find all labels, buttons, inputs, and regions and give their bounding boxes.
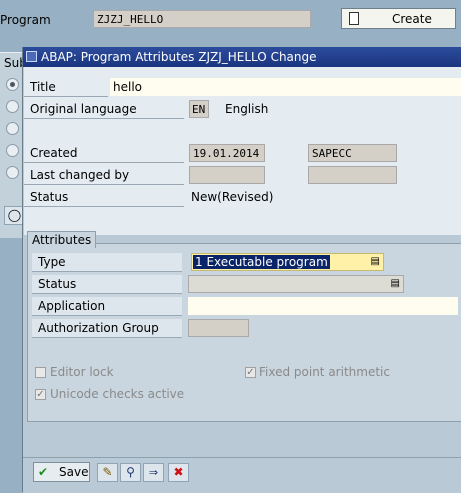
display-object-button[interactable]: ⚲ <box>120 463 141 482</box>
type-dropdown[interactable]: 1 Executable program ▤ <box>191 253 384 271</box>
created-by-field: SAPECC <box>308 144 397 162</box>
subobject-radio-3[interactable] <box>6 122 19 135</box>
program-name-field[interactable]: ZJZJ_HELLO <box>93 10 311 28</box>
created-date-field: 19.01.2014 <box>189 144 265 162</box>
subobject-radio-2[interactable] <box>6 100 19 113</box>
subobject-radio-5[interactable] <box>6 166 19 179</box>
close-icon: ✖ <box>173 465 184 479</box>
dialog-footer-toolbar: ✔ Save ✎ ⚲ ⇒ ✖ <box>23 457 461 493</box>
status-label: Status <box>24 188 184 207</box>
last-changed-by-field <box>308 166 397 184</box>
dropdown-list-icon[interactable]: ▤ <box>371 257 380 267</box>
fixed-point-label: Fixed point arithmetic <box>259 365 390 379</box>
unicode-checks-checkbox[interactable]: ✓ <box>35 389 46 400</box>
last-changed-label: Last changed by <box>24 166 184 185</box>
unicode-checks-label: Unicode checks active <box>50 387 185 401</box>
status-value: New(Revised) <box>191 190 274 204</box>
program-attributes-dialog: ABAP: Program Attributes ZJZJ_HELLO Chan… <box>22 47 461 493</box>
sap-window-icon <box>26 51 37 62</box>
original-language-name: English <box>225 102 269 116</box>
title-label: Title <box>24 78 108 97</box>
editor-lock-label: Editor lock <box>50 365 114 379</box>
dropdown-list-icon[interactable]: ▤ <box>391 279 400 289</box>
arrows-icon: ⇒ <box>148 466 159 479</box>
create-button-label: Create <box>392 12 432 26</box>
cancel-button[interactable]: ✖ <box>168 463 189 482</box>
original-language-code: EN <box>189 100 209 118</box>
subobject-radio-4[interactable] <box>6 144 19 157</box>
attr-status-dropdown[interactable]: ▤ <box>188 275 404 293</box>
authorization-group-label: Authorization Group <box>32 319 182 338</box>
glasses-icon: ◯ <box>7 208 22 222</box>
dialog-title: ABAP: Program Attributes ZJZJ_HELLO Chan… <box>41 50 317 64</box>
application-input[interactable] <box>188 297 458 315</box>
authorization-group-field[interactable] <box>188 319 249 337</box>
save-button[interactable]: ✔ Save <box>33 462 90 482</box>
save-button-label: Save <box>59 465 89 479</box>
document-icon <box>349 12 359 25</box>
title-input[interactable]: hello <box>110 78 461 96</box>
editor-lock-checkbox[interactable] <box>35 367 46 378</box>
check-syntax-button[interactable]: ✎ <box>97 463 118 482</box>
subobject-radio-1[interactable] <box>6 78 19 91</box>
original-language-label: Original language <box>24 100 184 119</box>
type-label: Type <box>32 253 182 272</box>
navigate-button[interactable]: ⇒ <box>143 463 164 482</box>
last-changed-date-field <box>189 166 265 184</box>
fixed-point-checkbox[interactable]: ✓ <box>245 367 256 378</box>
magnifier-icon: ⚲ <box>126 465 135 479</box>
attr-status-label: Status <box>32 275 182 294</box>
dialog-title-bar[interactable]: ABAP: Program Attributes ZJZJ_HELLO Chan… <box>23 47 461 67</box>
application-label: Application <box>32 297 182 316</box>
program-label: Program <box>0 13 51 27</box>
pencil-check-icon: ✎ <box>102 465 113 479</box>
create-button[interactable]: Create <box>341 8 456 29</box>
checkmark-icon: ✔ <box>38 465 49 479</box>
header-area: Title hello Original language EN English… <box>24 67 461 235</box>
type-selected-value: 1 Executable program <box>193 255 330 269</box>
attributes-tab-label: Attributes <box>27 231 97 248</box>
created-label: Created <box>24 144 184 163</box>
attributes-group: Attributes Type 1 Executable program ▤ S… <box>27 231 461 422</box>
